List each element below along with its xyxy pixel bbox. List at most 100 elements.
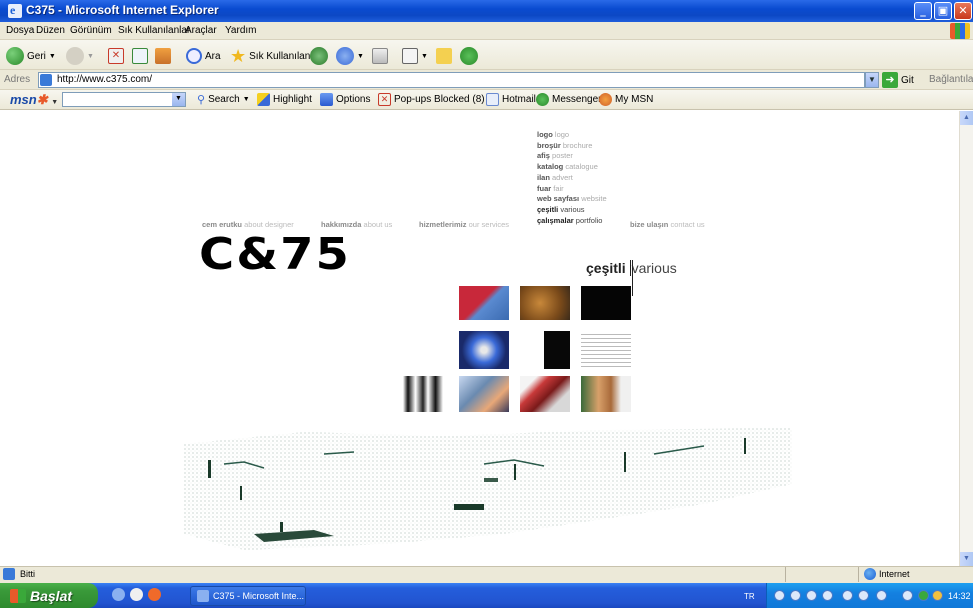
network-icon[interactable] xyxy=(918,590,929,601)
nav-our-services[interactable]: hizmetlerimiz our services xyxy=(419,220,509,229)
nav-about-designer[interactable]: cem erutku about designer xyxy=(202,220,294,229)
media-volume-icon[interactable] xyxy=(876,590,887,601)
menu-edit[interactable]: Düzen xyxy=(36,25,65,36)
taskbar-window-button[interactable]: C375 - Microsoft Inte... xyxy=(190,586,306,606)
page-icon xyxy=(40,74,52,86)
menu-favorites[interactable]: Sık Kullanılanlar xyxy=(118,25,190,36)
highlight-button[interactable]: Highlight xyxy=(257,93,312,106)
stop-button[interactable]: ✕ xyxy=(108,45,124,67)
internet-zone-icon xyxy=(864,568,876,580)
security-zone-label: Internet xyxy=(879,569,910,579)
history-icon xyxy=(310,47,328,65)
menu-view[interactable]: Görünüm xyxy=(70,25,112,36)
my-msn-button[interactable]: My MSN xyxy=(599,93,653,106)
favorites-button[interactable]: ★ Sık Kullanılanlar xyxy=(230,45,321,67)
media-next-icon[interactable] xyxy=(822,590,833,601)
home-button[interactable] xyxy=(155,45,171,67)
media-mute-icon[interactable] xyxy=(858,590,869,601)
ie-taskbar-icon xyxy=(197,590,209,602)
site-logo[interactable]: C&75 xyxy=(199,232,351,277)
clock[interactable]: 14:32 xyxy=(948,591,971,601)
print-button[interactable] xyxy=(372,45,388,67)
popups-blocked-button[interactable]: ✕Pop-ups Blocked (8)▼ xyxy=(378,93,495,106)
submenu-item-poster[interactable]: afiş poster xyxy=(537,151,607,162)
popup-blocker-icon: ✕ xyxy=(378,93,391,106)
tray-app-icon[interactable] xyxy=(774,590,785,601)
nav-about-us[interactable]: hakkımızda about us xyxy=(321,220,392,229)
portfolio-thumbnail[interactable] xyxy=(520,376,570,412)
close-icon[interactable]: ✕ xyxy=(954,2,972,20)
forward-button[interactable]: ▼ xyxy=(66,45,94,67)
options-button[interactable]: Options xyxy=(320,93,370,106)
menu-help[interactable]: Yardım xyxy=(225,25,257,36)
discuss-button[interactable] xyxy=(436,45,452,67)
submenu-item-catalogue[interactable]: katalog catalogue xyxy=(537,162,607,173)
speaker-icon[interactable] xyxy=(932,590,943,601)
search-button[interactable]: Ara xyxy=(186,45,221,67)
portfolio-thumbnail[interactable] xyxy=(459,376,509,412)
quicklaunch-outlook-icon[interactable] xyxy=(130,588,143,601)
media-stop-icon[interactable] xyxy=(842,590,853,601)
quicklaunch-ie-icon[interactable] xyxy=(112,588,125,601)
minimize-icon[interactable]: _ xyxy=(914,2,932,20)
maximize-icon[interactable]: ▣ xyxy=(934,2,952,20)
refresh-button[interactable] xyxy=(132,45,148,67)
start-button[interactable]: Başlat xyxy=(0,583,98,608)
scroll-up-icon[interactable]: ▲ xyxy=(960,111,973,125)
msn-search-dropdown[interactable]: ▼ xyxy=(172,93,185,106)
go-arrow-icon: ➜ xyxy=(882,72,898,88)
window-title: C375 - Microsoft Internet Explorer xyxy=(26,3,219,17)
mail-button[interactable]: ▼ xyxy=(336,45,364,67)
portfolio-thumbnail[interactable] xyxy=(398,376,448,412)
messenger-toolbar-button[interactable] xyxy=(460,45,478,67)
submenu-item-logo[interactable]: logo logo xyxy=(537,130,607,141)
address-dropdown-button[interactable]: ▼ xyxy=(865,72,879,88)
msn-search-input[interactable] xyxy=(62,92,186,107)
portfolio-thumbnail[interactable] xyxy=(581,376,631,412)
quicklaunch-media-icon[interactable] xyxy=(148,588,161,601)
portfolio-thumbnail[interactable] xyxy=(520,331,570,369)
portfolio-thumbnail[interactable] xyxy=(581,286,631,320)
portfolio-thumbnail[interactable] xyxy=(581,331,631,369)
go-button[interactable]: ➜ Git xyxy=(882,72,914,88)
submenu-item-various[interactable]: çeşitli various xyxy=(537,205,607,216)
messenger-icon xyxy=(536,93,549,106)
submenu-item-portfolio[interactable]: çalışmalar portfolio xyxy=(537,216,607,227)
refresh-icon xyxy=(132,48,148,64)
title-bar[interactable]: e C375 - Microsoft Internet Explorer xyxy=(0,0,973,22)
language-indicator[interactable]: TR xyxy=(744,592,755,601)
scroll-down-icon[interactable]: ▼ xyxy=(960,552,973,566)
links-label[interactable]: Bağlantılar xyxy=(929,74,973,85)
portfolio-thumbnail[interactable] xyxy=(459,331,509,369)
status-divider xyxy=(785,567,786,582)
msn-search-button[interactable]: ⚲ Search ▼ xyxy=(197,93,250,106)
address-input[interactable]: http://www.c375.com/ xyxy=(38,72,865,88)
highlight-icon xyxy=(257,93,270,106)
submenu-item-website[interactable]: web sayfası website xyxy=(537,194,607,205)
portfolio-submenu: logo logo broşür brochure afiş poster ka… xyxy=(537,130,607,226)
submenu-item-fair[interactable]: fuar fair xyxy=(537,184,607,195)
stop-icon: ✕ xyxy=(108,48,124,64)
menu-file[interactable]: Dosya xyxy=(6,25,34,36)
tray-expand-icon[interactable] xyxy=(902,590,913,601)
portfolio-thumbnail[interactable] xyxy=(459,286,509,320)
hotmail-button[interactable]: Hotmail xyxy=(486,93,536,106)
address-label: Adres xyxy=(4,74,31,85)
submenu-item-advert[interactable]: ilan advert xyxy=(537,173,607,184)
media-play-icon[interactable] xyxy=(806,590,817,601)
edit-icon xyxy=(402,48,418,64)
history-button[interactable] xyxy=(310,45,328,67)
nav-contact-us[interactable]: bize ulaşın contact us xyxy=(630,220,705,229)
status-text: Bitti xyxy=(20,569,36,579)
messenger-button[interactable]: Messenger xyxy=(536,93,601,106)
forward-arrow-icon xyxy=(66,47,84,65)
back-button[interactable]: Geri ▼ xyxy=(6,45,56,67)
vertical-scrollbar[interactable]: ▲ ▼ xyxy=(959,111,973,566)
portfolio-thumbnail[interactable] xyxy=(520,286,570,320)
edit-button[interactable]: ▼ xyxy=(402,45,428,67)
print-icon xyxy=(372,48,388,64)
msn-logo[interactable]: msn✱ ▼ xyxy=(10,92,58,108)
submenu-item-brochure[interactable]: broşür brochure xyxy=(537,141,607,152)
menu-tools[interactable]: Araçlar xyxy=(185,25,217,36)
media-prev-icon[interactable] xyxy=(790,590,801,601)
